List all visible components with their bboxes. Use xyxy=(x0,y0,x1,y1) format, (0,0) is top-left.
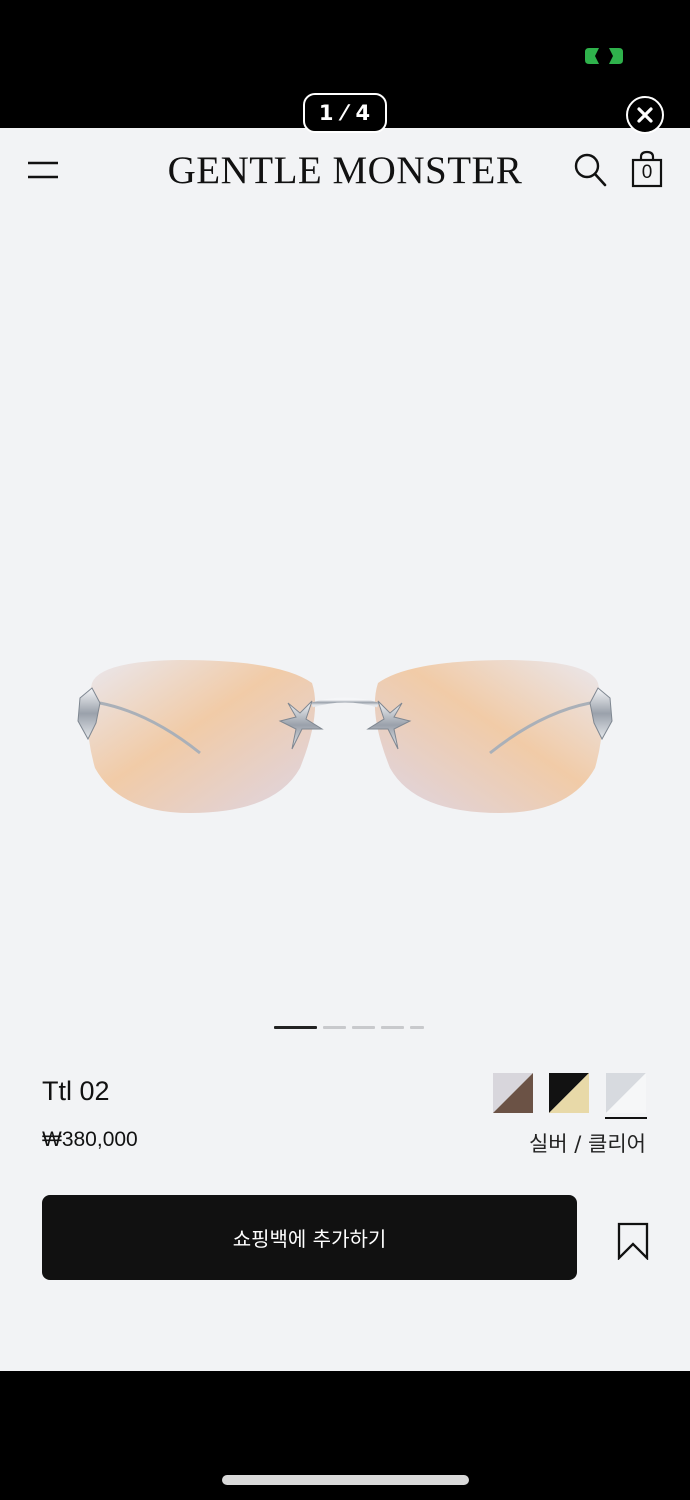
carousel-dot[interactable] xyxy=(274,1026,317,1029)
carousel-dot[interactable] xyxy=(323,1026,346,1029)
carousel-indicator[interactable] xyxy=(274,1026,424,1029)
close-icon xyxy=(637,107,653,123)
product-name: Ttl 02 xyxy=(42,1076,110,1106)
carousel-dot[interactable] xyxy=(381,1026,404,1029)
site-header: GENTLE MONSTER 0 xyxy=(0,128,690,214)
add-to-bag-button[interactable]: 쇼핑백에 추가하기 xyxy=(42,1195,577,1280)
color-swatch-silver-clear[interactable] xyxy=(606,1073,646,1113)
shopping-bag-button[interactable]: 0 xyxy=(631,150,663,188)
status-indicator-icon xyxy=(585,48,623,64)
close-button[interactable] xyxy=(626,96,664,134)
product-price: ₩380,000 xyxy=(42,1128,138,1151)
product-page: GENTLE MONSTER 0 Ttl 02 ₩380,000 실버 / 클리… xyxy=(0,128,690,1371)
color-swatch-black-gold[interactable] xyxy=(549,1073,589,1113)
color-swatch-brown[interactable] xyxy=(493,1073,533,1113)
image-counter: 1 ⁄ 4 xyxy=(303,93,387,133)
selected-color-name: 실버 / 클리어 xyxy=(528,1132,646,1156)
carousel-dot[interactable] xyxy=(352,1026,375,1029)
selected-swatch-indicator xyxy=(605,1117,647,1119)
bookmark-icon[interactable] xyxy=(616,1222,650,1260)
product-image-sunglasses[interactable] xyxy=(60,643,630,843)
home-indicator[interactable] xyxy=(222,1475,469,1485)
carousel-dot[interactable] xyxy=(410,1026,424,1029)
bag-count: 0 xyxy=(641,162,653,183)
search-icon[interactable] xyxy=(573,152,607,188)
